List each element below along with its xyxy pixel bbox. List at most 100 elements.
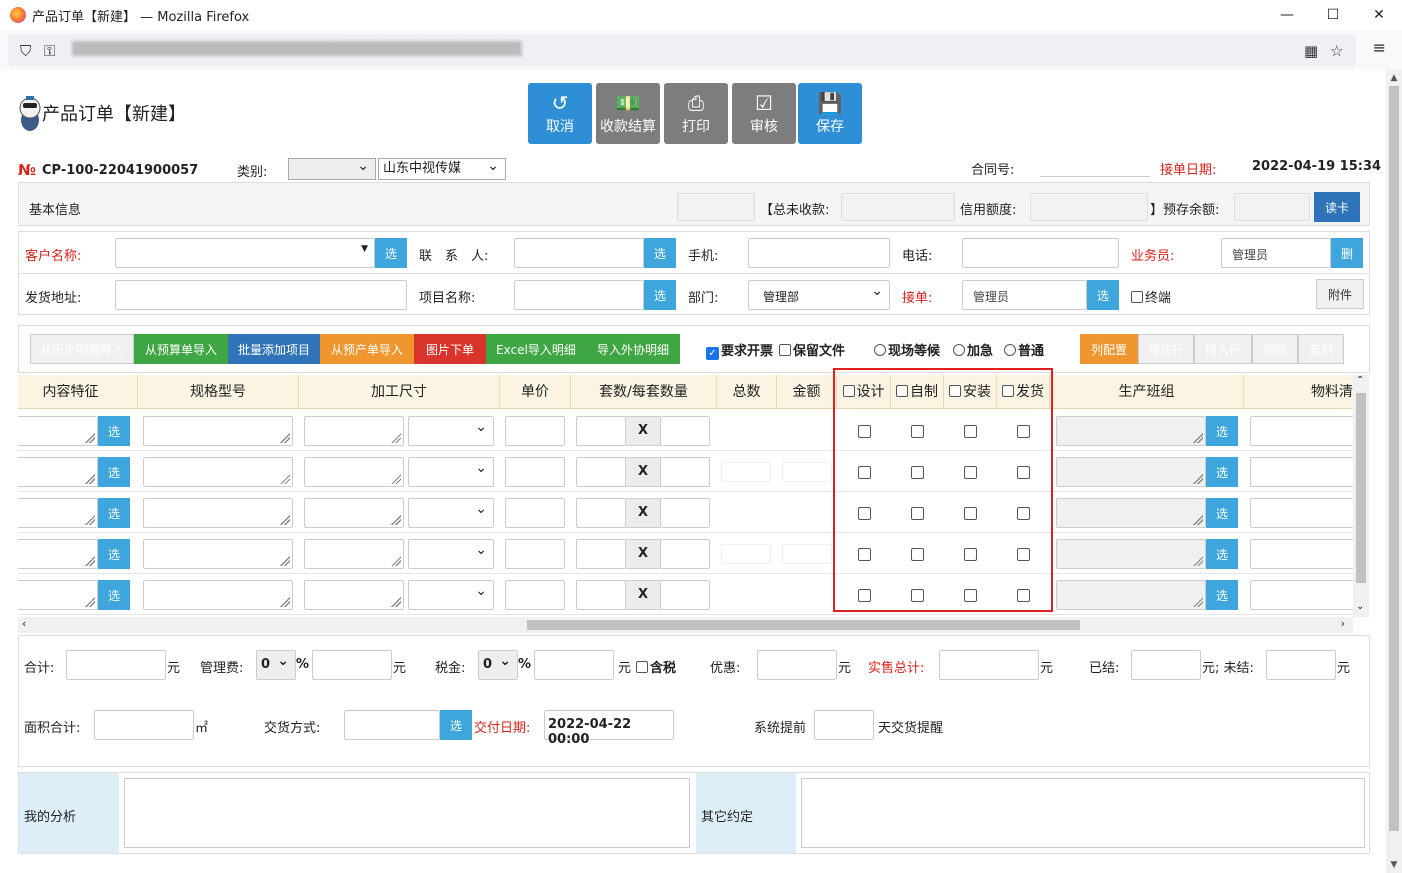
content-select-button[interactable]: 选 xyxy=(98,539,130,569)
mgmt-select[interactable]: 0 xyxy=(256,650,296,680)
content-select-button[interactable]: 选 xyxy=(98,416,130,446)
scroll-right-icon[interactable]: › xyxy=(1341,617,1345,630)
audit-button[interactable]: ☑ 审核 xyxy=(732,83,796,144)
tax-input[interactable] xyxy=(534,650,614,680)
content-select-button[interactable]: 选 xyxy=(98,457,130,487)
cancel-button[interactable]: ↺ 取消 xyxy=(528,83,592,144)
page-vertical-scrollbar[interactable]: ▲ ▼ xyxy=(1386,70,1402,873)
project-select-button[interactable]: 选 xyxy=(644,280,676,310)
team-select-button[interactable]: 选 xyxy=(1206,539,1238,569)
size-unit-select[interactable] xyxy=(408,457,494,487)
image-order-button[interactable]: 图片下单 xyxy=(414,334,486,364)
shield-icon[interactable]: ⛉ xyxy=(20,42,31,60)
content-select-button[interactable]: 选 xyxy=(98,498,130,528)
team-select-button[interactable]: 选 xyxy=(1206,457,1238,487)
sets-input[interactable] xyxy=(576,539,626,569)
salesman-input[interactable]: 管理员 xyxy=(1221,238,1331,268)
size-unit-select[interactable] xyxy=(408,539,494,569)
size-unit-select[interactable] xyxy=(408,416,494,446)
remind-days-input[interactable] xyxy=(814,710,874,740)
scroll-left-icon[interactable]: ‹ xyxy=(22,617,26,630)
content-input[interactable] xyxy=(18,457,98,487)
receiver-input[interactable]: 管理员 xyxy=(962,280,1087,310)
sets-input[interactable] xyxy=(576,457,626,487)
address-field[interactable]: ⛉ ⚿ ▒▒▒▒▒▒▒▒▒▒▒▒▒▒▒▒▒▒▒▒▒▒▒▒▒▒▒▒▒▒▒▒▒▒▒▒… xyxy=(8,34,1356,66)
unsettled-input[interactable] xyxy=(1266,650,1336,680)
contract-input[interactable] xyxy=(1040,176,1150,177)
contact-input[interactable] xyxy=(514,238,644,268)
close-icon[interactable]: ✕ xyxy=(1356,0,1402,30)
customer-input[interactable]: ▼ xyxy=(115,238,375,268)
phone-input[interactable] xyxy=(962,238,1119,268)
content-input[interactable] xyxy=(18,498,98,528)
insert-row-button[interactable]: 插入行 xyxy=(1194,334,1252,364)
sets-input[interactable] xyxy=(576,580,626,610)
terminal-checkbox[interactable]: 终端 xyxy=(1131,287,1171,306)
spec-input[interactable] xyxy=(143,457,293,487)
spec-input[interactable] xyxy=(143,498,293,528)
price-input[interactable] xyxy=(505,498,565,528)
content-input[interactable] xyxy=(18,580,98,610)
excel-import-button[interactable]: Excel导入明细 xyxy=(486,334,586,364)
total-input[interactable] xyxy=(66,650,166,680)
size-input[interactable] xyxy=(304,498,404,528)
wait-radio[interactable]: 现场等候 xyxy=(874,340,940,359)
column-config-button[interactable]: 列配置 xyxy=(1080,334,1138,364)
material-input[interactable] xyxy=(1250,416,1353,446)
material-input[interactable] xyxy=(1250,457,1353,487)
salesman-delete-button[interactable]: 删 xyxy=(1331,238,1363,268)
hamburger-menu-icon[interactable]: ≡ xyxy=(1373,38,1386,57)
receipt-button[interactable]: 💵 收款结算 xyxy=(596,83,660,144)
company-select[interactable]: 山东中视传媒 xyxy=(378,156,506,180)
price-input[interactable] xyxy=(505,416,565,446)
analysis-textarea[interactable] xyxy=(124,778,690,848)
team-input[interactable] xyxy=(1056,498,1206,528)
delivery-date-input[interactable]: 2022-04-22 00:00 xyxy=(544,710,674,747)
price-input[interactable] xyxy=(505,580,565,610)
team-select-button[interactable]: 选 xyxy=(1206,416,1238,446)
per-set-input[interactable] xyxy=(660,416,710,446)
delivery-mode-input[interactable] xyxy=(344,710,440,740)
sets-input[interactable] xyxy=(576,498,626,528)
size-input[interactable] xyxy=(304,457,404,487)
table-vertical-scrollbar[interactable]: ⌃ ⌄ xyxy=(1353,375,1369,617)
add-row-button[interactable]: 增加行 xyxy=(1138,334,1194,364)
scroll-up-icon[interactable]: ⌃ xyxy=(1356,375,1364,386)
lock-icon[interactable]: ⚿ xyxy=(44,42,55,60)
discount-input[interactable] xyxy=(757,650,837,680)
pre-import-button[interactable]: 从预产单导入 xyxy=(320,334,414,364)
receiver-select-button[interactable]: 选 xyxy=(1087,280,1119,310)
print-button[interactable]: ⎙ 打印 xyxy=(664,83,728,144)
dept-select[interactable]: 管理部 xyxy=(748,280,890,310)
material-input[interactable] xyxy=(1250,498,1353,528)
team-select-button[interactable]: 选 xyxy=(1206,580,1238,610)
size-unit-select[interactable] xyxy=(408,498,494,528)
spec-input[interactable] xyxy=(143,580,293,610)
category-select[interactable] xyxy=(288,156,376,180)
project-input[interactable] xyxy=(514,280,644,310)
per-set-input[interactable] xyxy=(660,498,710,528)
delivery-mode-select-button[interactable]: 选 xyxy=(440,710,472,740)
contact-select-button[interactable]: 选 xyxy=(644,238,676,268)
table-horizontal-scrollbar[interactable]: ‹ › xyxy=(18,617,1353,633)
per-set-input[interactable] xyxy=(660,580,710,610)
outsource-import-button[interactable]: 导入外协明细 xyxy=(586,334,680,364)
delete-row-button[interactable]: 删除 xyxy=(1252,334,1298,364)
material-input[interactable] xyxy=(1250,539,1353,569)
per-set-input[interactable] xyxy=(660,457,710,487)
team-input[interactable] xyxy=(1056,539,1206,569)
size-unit-select[interactable] xyxy=(408,580,494,610)
other-textarea[interactable] xyxy=(801,778,1365,848)
attachment-button[interactable]: 附件 xyxy=(1316,279,1364,309)
scroll-down-icon[interactable]: ⌄ xyxy=(1356,601,1364,612)
read-card-button[interactable]: 读卡 xyxy=(1314,192,1360,222)
keepfile-checkbox[interactable]: 保留文件 xyxy=(779,340,845,359)
spec-input[interactable] xyxy=(143,539,293,569)
mgmt-input[interactable] xyxy=(312,650,392,680)
size-input[interactable] xyxy=(304,416,404,446)
content-select-button[interactable]: 选 xyxy=(98,580,130,610)
budget-import-button[interactable]: 从预算单导入 xyxy=(134,334,228,364)
area-input[interactable] xyxy=(94,710,194,740)
spec-input[interactable] xyxy=(143,416,293,446)
content-input[interactable] xyxy=(18,416,98,446)
